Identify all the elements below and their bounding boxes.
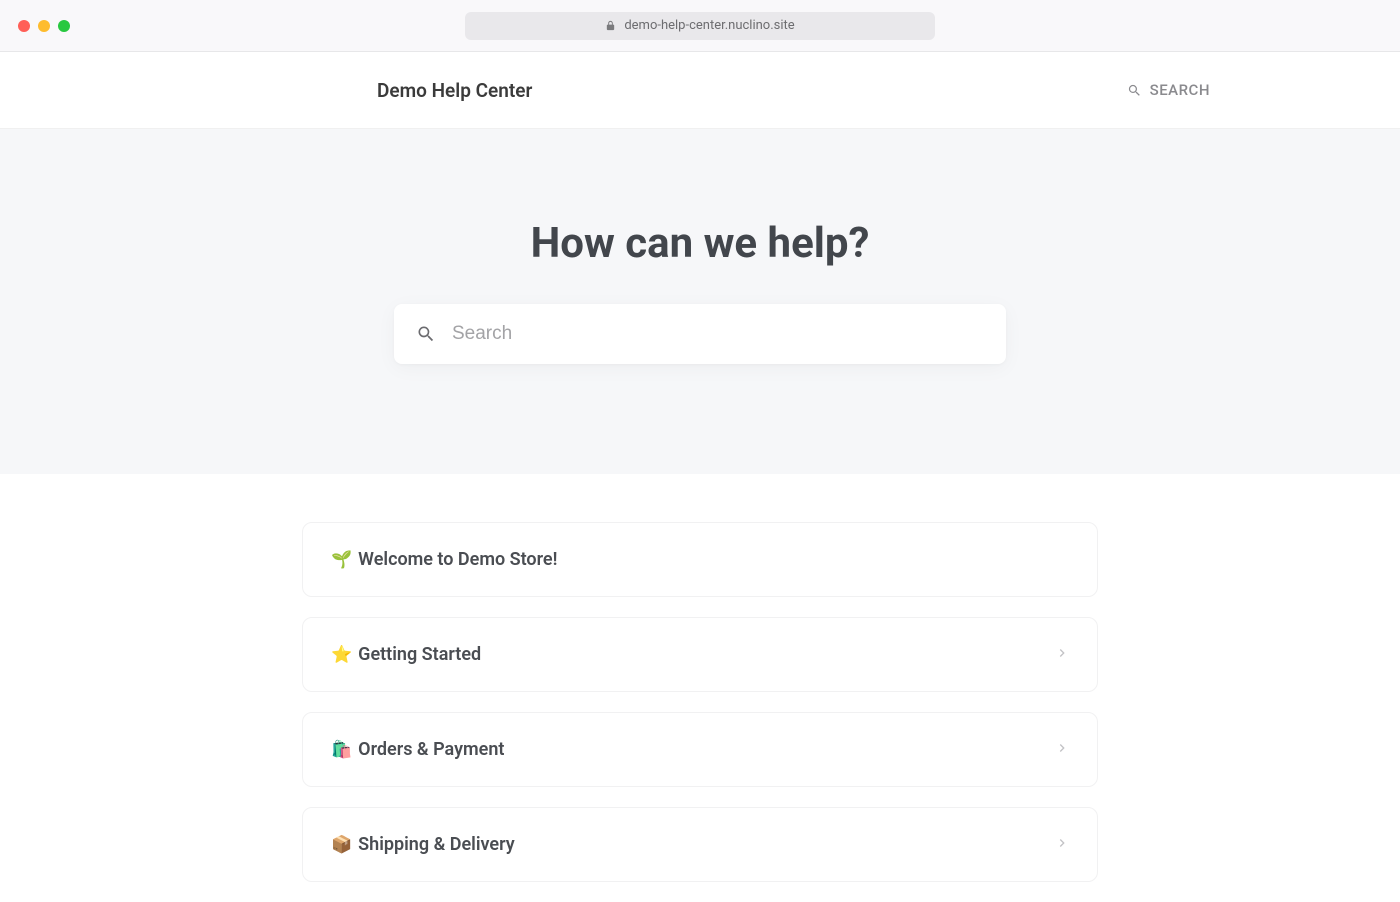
header-search-label: SEARCH: [1150, 81, 1210, 99]
chevron-right-icon: [1055, 740, 1069, 759]
category-list: 🌱 Welcome to Demo Store! ⭐ Getting Started 🛍…: [282, 522, 1118, 882]
category-title: 📦 Shipping & Delivery: [331, 834, 515, 855]
category-title: 🌱 Welcome to Demo Store!: [331, 549, 557, 570]
site-header: Demo Help Center SEARCH: [0, 52, 1400, 129]
lock-icon: [605, 20, 616, 31]
category-emoji-icon: 📦: [331, 835, 352, 855]
search-icon: [416, 324, 436, 344]
hero-search-box[interactable]: [394, 304, 1006, 364]
category-emoji-icon: ⭐: [331, 645, 352, 665]
category-emoji-icon: 🛍️: [331, 740, 352, 760]
window-controls: [18, 20, 70, 32]
category-card[interactable]: 📦 Shipping & Delivery: [302, 807, 1098, 882]
category-emoji-icon: 🌱: [331, 550, 352, 570]
window-maximize-button[interactable]: [58, 20, 70, 32]
url-text: demo-help-center.nuclino.site: [624, 18, 794, 33]
category-card[interactable]: ⭐ Getting Started: [302, 617, 1098, 692]
hero-search-input[interactable]: [452, 323, 984, 345]
url-bar[interactable]: demo-help-center.nuclino.site: [465, 12, 935, 40]
category-card[interactable]: 🌱 Welcome to Demo Store!: [302, 522, 1098, 597]
hero-section: How can we help?: [0, 129, 1400, 474]
chevron-right-icon: [1055, 835, 1069, 854]
search-icon: [1127, 83, 1142, 98]
category-title: 🛍️ Orders & Payment: [331, 739, 504, 760]
category-title: ⭐ Getting Started: [331, 644, 481, 665]
browser-chrome: demo-help-center.nuclino.site: [0, 0, 1400, 52]
window-minimize-button[interactable]: [38, 20, 50, 32]
window-close-button[interactable]: [18, 20, 30, 32]
category-card[interactable]: 🛍️ Orders & Payment: [302, 712, 1098, 787]
chevron-right-icon: [1055, 645, 1069, 664]
category-label: Orders & Payment: [358, 739, 504, 760]
category-label: Getting Started: [358, 644, 481, 665]
header-search-button[interactable]: SEARCH: [1127, 81, 1210, 99]
category-label: Welcome to Demo Store!: [358, 549, 557, 570]
brand-title[interactable]: Demo Help Center: [377, 79, 532, 102]
hero-heading: How can we help?: [0, 219, 1400, 268]
category-label: Shipping & Delivery: [358, 834, 515, 855]
